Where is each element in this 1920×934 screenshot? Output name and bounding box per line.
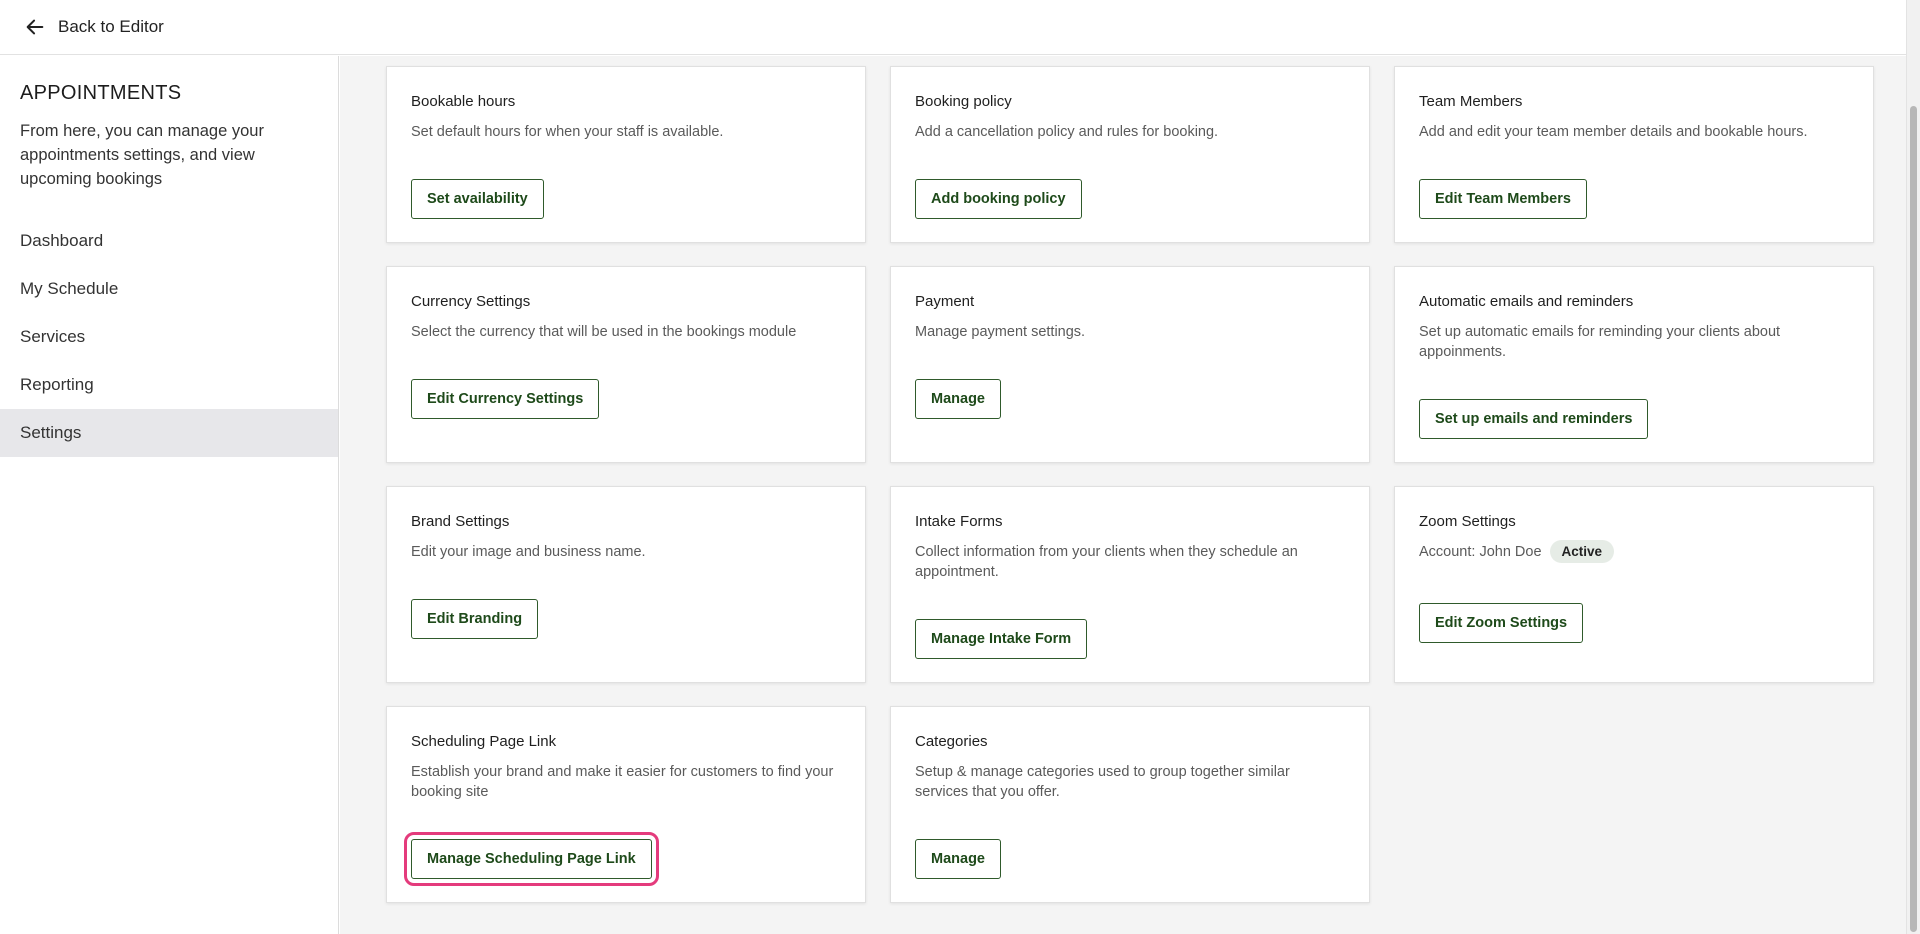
card-description: Set up automatic emails for reminding yo… — [1419, 324, 1781, 360]
edit-currency-settings-button[interactable]: Edit Currency Settings — [411, 379, 600, 419]
card-scheduling-page-link: Scheduling Page Link Establish your bran… — [386, 706, 866, 903]
sidebar-item-dashboard[interactable]: Dashboard — [0, 217, 338, 265]
card-title: Intake Forms — [915, 513, 1003, 530]
sidebar-item-settings[interactable]: Settings — [0, 409, 338, 457]
edit-team-members-button[interactable]: Edit Team Members — [1419, 179, 1587, 219]
manage-categories-button[interactable]: Manage — [915, 839, 1001, 879]
card-description: Setup & manage categories used to group … — [915, 764, 1290, 800]
sidebar-description: From here, you can manage your appointme… — [20, 122, 264, 188]
sidebar-item-reporting[interactable]: Reporting — [0, 361, 338, 409]
card-title: Scheduling Page Link — [411, 733, 557, 750]
sidebar-nav: Dashboard My Schedule Services Reporting… — [0, 217, 338, 457]
card-title: Team Members — [1419, 93, 1523, 110]
card-description: Add a cancellation policy and rules for … — [915, 124, 1219, 140]
card-title: Zoom Settings — [1419, 513, 1516, 530]
card-intake-forms: Intake Forms Collect information from yo… — [890, 486, 1370, 683]
status-badge: Active — [1549, 540, 1615, 563]
card-title: Currency Settings — [411, 293, 531, 310]
card-title: Automatic emails and reminders — [1419, 293, 1634, 310]
manage-scheduling-page-link-button[interactable]: Manage Scheduling Page Link — [404, 832, 659, 886]
card-team-members: Team Members Add and edit your team memb… — [1394, 66, 1874, 243]
card-currency-settings: Currency Settings Select the currency th… — [386, 266, 866, 463]
card-description: Select the currency that will be used in… — [411, 324, 797, 340]
card-title: Categories — [915, 733, 988, 750]
card-title: Brand Settings — [411, 513, 510, 530]
edit-branding-button[interactable]: Edit Branding — [411, 599, 539, 639]
card-title: Payment — [915, 293, 975, 310]
scrollbar-thumb[interactable] — [1910, 106, 1917, 932]
add-booking-policy-button[interactable]: Add booking policy — [915, 179, 1082, 219]
sidebar-item-my-schedule[interactable]: My Schedule — [0, 265, 338, 313]
card-title: Bookable hours — [411, 93, 516, 110]
card-description: Manage payment settings. — [915, 324, 1086, 340]
card-automatic-emails: Automatic emails and reminders Set up au… — [1394, 266, 1874, 463]
card-description: Edit your image and business name. — [411, 544, 646, 560]
sidebar-item-services[interactable]: Services — [0, 313, 338, 361]
card-booking-policy: Booking policy Add a cancellation policy… — [890, 66, 1370, 243]
card-brand-settings: Brand Settings Edit your image and busin… — [386, 486, 866, 683]
card-bookable-hours: Bookable hours Set default hours for whe… — [386, 66, 866, 243]
card-description: Add and edit your team member details an… — [1419, 124, 1808, 140]
card-categories: Categories Setup & manage categories use… — [890, 706, 1370, 903]
card-title: Booking policy — [915, 93, 1012, 110]
setup-emails-reminders-button[interactable]: Set up emails and reminders — [1419, 399, 1649, 439]
card-payment: Payment Manage payment settings. Manage — [890, 266, 1370, 463]
set-availability-button[interactable]: Set availability — [411, 179, 544, 219]
top-bar: Back to Editor — [0, 0, 1906, 55]
card-description: Establish your brand and make it easier … — [411, 764, 834, 800]
card-zoom-settings: Zoom Settings Account: John Doe Active E… — [1394, 486, 1874, 683]
arrow-left-icon — [26, 19, 44, 35]
back-to-editor-link[interactable]: Back to Editor — [24, 16, 164, 38]
sidebar-title: APPOINTMENTS — [20, 82, 182, 104]
edit-zoom-settings-button[interactable]: Edit Zoom Settings — [1419, 603, 1584, 643]
settings-main: Bookable hours Set default hours for whe… — [340, 56, 1906, 934]
sidebar: APPOINTMENTS From here, you can manage y… — [0, 56, 339, 934]
scrollbar[interactable] — [1906, 0, 1920, 934]
back-label: Back to Editor — [58, 17, 164, 36]
zoom-account-row: Account: John Doe Active — [1419, 540, 1849, 563]
manage-intake-form-button[interactable]: Manage Intake Form — [915, 619, 1088, 659]
card-description: Collect information from your clients wh… — [915, 544, 1298, 580]
manage-payment-button[interactable]: Manage — [915, 379, 1001, 419]
zoom-account: Account: John Doe — [1419, 543, 1542, 560]
card-description: Set default hours for when your staff is… — [411, 124, 724, 140]
